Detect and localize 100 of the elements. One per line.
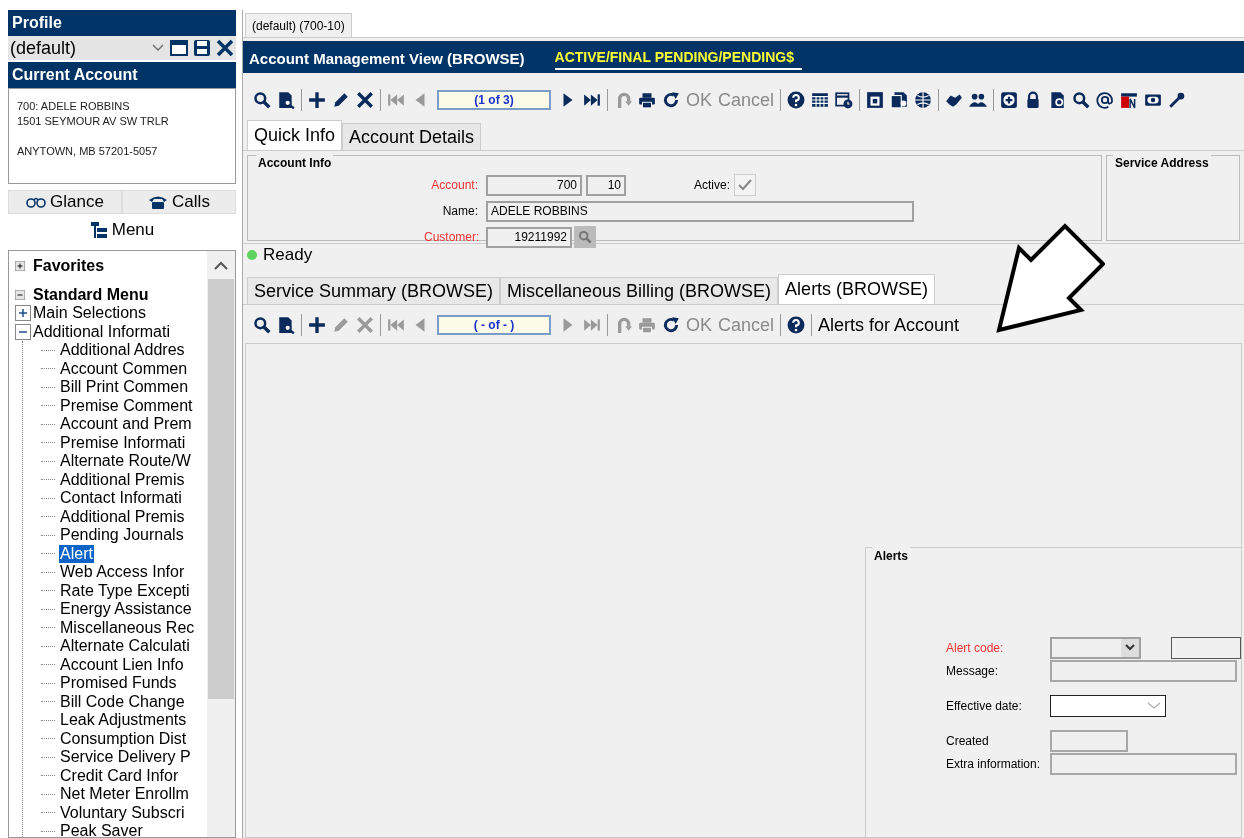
checkbox[interactable]: [734, 174, 756, 196]
scrollbar-thumb[interactable]: [208, 279, 234, 699]
tree-icon: [89, 221, 108, 239]
input-field[interactable]: [1171, 636, 1241, 659]
tree-item[interactable]: Rate Type Excepti: [59, 581, 191, 600]
document-tab[interactable]: (default) (700-10): [245, 13, 352, 37]
grid-icon[interactable]: [811, 91, 830, 109]
scrollbar[interactable]: [207, 251, 235, 837]
record-counter-field[interactable]: ( - of - ): [437, 315, 551, 335]
dropdown-field[interactable]: [1049, 636, 1142, 659]
x-icon[interactable]: [356, 91, 374, 109]
banknote-icon[interactable]: [1144, 91, 1163, 109]
address-line: 1501 SEYMOUR AV SW TRLR: [17, 114, 170, 129]
documents-icon[interactable]: [890, 91, 909, 109]
glasses-icon: [26, 196, 47, 208]
tree-item[interactable]: Account Commen: [59, 359, 189, 378]
save-icon[interactable]: [192, 38, 212, 58]
help-icon[interactable]: [787, 91, 806, 109]
refresh-icon[interactable]: [662, 91, 680, 109]
tree-item[interactable]: Voluntary Subscri: [59, 803, 186, 822]
tree-item[interactable]: Contact Informati: [59, 489, 183, 508]
tab[interactable]: Miscellaneous Billing (BROWSE): [500, 277, 779, 304]
tree-item[interactable]: Additional Premis: [59, 507, 186, 526]
pencil-icon[interactable]: [332, 91, 350, 109]
flag-icon[interactable]: [1120, 91, 1139, 109]
search-icon: [578, 230, 592, 244]
tree-item[interactable]: Additional Premis: [59, 470, 186, 489]
tree-item[interactable]: Bill Print Commen: [59, 378, 190, 397]
tree-item[interactable]: Miscellaneous Rec: [59, 618, 196, 637]
expand-icon[interactable]: [15, 305, 31, 322]
tree-item[interactable]: Net Meter Enrollm: [59, 785, 190, 804]
tree-item[interactable]: Web Access Infor: [59, 563, 186, 582]
glance-button[interactable]: Glance: [8, 190, 122, 214]
tree-item[interactable]: Promised Funds: [59, 674, 178, 693]
help-icon[interactable]: [787, 316, 806, 334]
collapse-icon[interactable]: [15, 289, 25, 300]
tree-item[interactable]: Service Delivery P: [59, 748, 192, 767]
tree-item[interactable]: Consumption Dist: [59, 729, 188, 748]
chevron-down-icon: [1147, 701, 1161, 710]
tree-item[interactable]: Alternate Calculati: [59, 637, 191, 656]
skip-last-icon[interactable]: [583, 91, 601, 109]
chevron-down-icon: [1125, 644, 1136, 651]
close-icon[interactable]: [215, 38, 235, 58]
refresh-icon[interactable]: [662, 316, 680, 334]
input-field[interactable]: 10: [586, 174, 626, 196]
tree-item[interactable]: Energy Assistance: [59, 600, 193, 619]
globe-icon[interactable]: [914, 91, 933, 109]
people-icon[interactable]: [969, 91, 988, 109]
plus-icon[interactable]: [308, 91, 326, 109]
input-field[interactable]: ADELE ROBBINS: [486, 200, 914, 222]
printer-icon[interactable]: [638, 91, 656, 109]
collapse-icon[interactable]: [15, 323, 31, 340]
input-field[interactable]: 19211992: [486, 226, 572, 248]
tree-item[interactable]: Leak Adjustments: [59, 711, 188, 730]
chevron-up-icon[interactable]: [214, 260, 228, 270]
input-field[interactable]: [1050, 752, 1237, 775]
telephone-icon: [148, 194, 169, 210]
tab[interactable]: Account Details: [342, 123, 482, 150]
tree-item[interactable]: Peak Saver: [59, 822, 144, 837]
field-label: Customer:: [424, 229, 478, 246]
wrench-icon[interactable]: [1168, 91, 1187, 109]
tree-item[interactable]: Favorites: [33, 257, 105, 276]
address-line: ANYTOWN, MB 57201-5057: [17, 144, 159, 159]
input-field[interactable]: [1050, 729, 1128, 752]
calls-button[interactable]: Calls: [122, 190, 236, 214]
input-field[interactable]: [1050, 659, 1237, 682]
chevron-down-icon: [152, 44, 164, 52]
search-icon[interactable]: [1072, 91, 1091, 109]
tree-item[interactable]: Account Lien Info: [59, 655, 185, 674]
document-search-icon[interactable]: [277, 91, 295, 109]
tab[interactable]: Quick Info: [247, 120, 343, 150]
view-title: Account Management View (BROWSE): [249, 48, 525, 69]
tab[interactable]: Alerts (BROWSE): [778, 274, 936, 304]
date-field[interactable]: [1050, 694, 1166, 717]
tree-item[interactable]: Additional Addres: [59, 341, 186, 360]
tree-item[interactable]: Alternate Route/W: [59, 452, 192, 471]
search-icon[interactable]: [253, 91, 271, 109]
at-sign-icon[interactable]: [1096, 91, 1115, 109]
plus-icon[interactable]: [308, 316, 326, 334]
coin-document-icon[interactable]: [1048, 91, 1067, 109]
expand-icon[interactable]: [15, 261, 25, 272]
input-field[interactable]: 700: [486, 174, 582, 196]
tree-item[interactable]: Alert: [59, 544, 94, 563]
tree-item[interactable]: Account and Prem: [59, 415, 193, 434]
plus-box-icon[interactable]: [1000, 91, 1019, 109]
document-icon[interactable]: [866, 91, 885, 109]
tab[interactable]: Service Summary (BROWSE): [247, 277, 501, 304]
tree-item[interactable]: Standard Menu: [33, 285, 149, 304]
tree-item[interactable]: Bill Code Change: [59, 692, 186, 711]
tree-item[interactable]: Credit Card Infor: [59, 766, 180, 785]
tree-item[interactable]: Additional Informati: [33, 322, 170, 341]
tree-item[interactable]: Main Selections: [33, 304, 146, 323]
document-search-icon[interactable]: [277, 316, 295, 334]
calendar-clock-icon[interactable]: [835, 91, 854, 109]
record-counter-field[interactable]: (1 of 3): [437, 90, 551, 110]
tree-item[interactable]: Pending Journals: [59, 526, 185, 545]
tree-item[interactable]: Premise Informati: [59, 433, 187, 452]
search-icon[interactable]: [253, 316, 271, 334]
tree-item[interactable]: Premise Comment: [59, 396, 194, 415]
window-icon[interactable]: [169, 38, 189, 58]
